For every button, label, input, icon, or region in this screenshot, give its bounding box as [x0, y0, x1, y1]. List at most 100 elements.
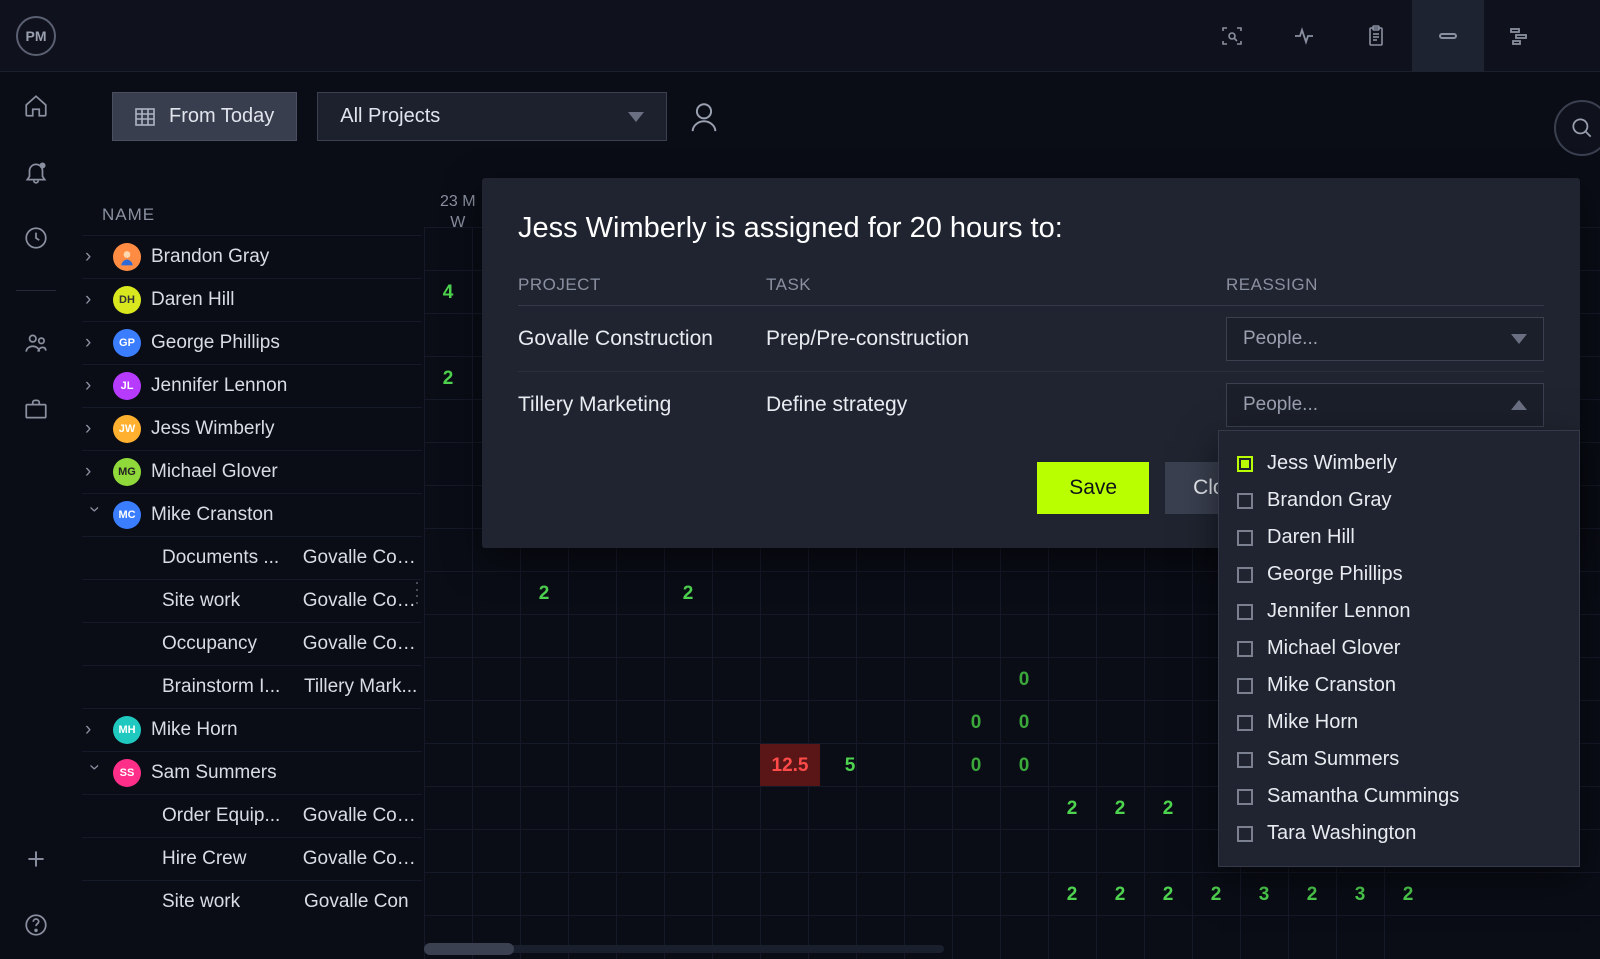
hours-cell[interactable]: 2	[1096, 873, 1144, 916]
hours-cell[interactable]: 2	[1144, 873, 1192, 916]
checkbox-icon[interactable]	[1237, 567, 1253, 583]
search-button[interactable]	[1554, 100, 1600, 156]
chevron-right-icon[interactable]: ›	[85, 246, 103, 268]
hours-cell[interactable]: 0	[952, 701, 1000, 744]
horizontal-scrollbar[interactable]	[424, 945, 944, 953]
save-button[interactable]: Save	[1037, 462, 1149, 514]
hours-cell-overload[interactable]: 12.5	[760, 744, 820, 787]
person-row[interactable]: › DH Daren Hill	[82, 278, 422, 321]
people-option[interactable]: Michael Glover	[1237, 630, 1561, 667]
workload-icon[interactable]	[1412, 0, 1484, 72]
task-row[interactable]: Documents ...Govalle Con...	[82, 536, 422, 579]
option-label: George Phillips	[1267, 563, 1403, 586]
hours-cell[interactable]: 0	[1000, 744, 1048, 787]
checkbox-icon[interactable]	[1237, 604, 1253, 620]
chevron-right-icon[interactable]: ›	[85, 375, 103, 397]
person-row[interactable]: › JW Jess Wimberly	[82, 407, 422, 450]
option-label: Samantha Cummings	[1267, 785, 1459, 808]
help-icon[interactable]	[22, 911, 50, 939]
hours-cell[interactable]: 2	[520, 572, 568, 615]
person-row[interactable]: › Brandon Gray	[82, 235, 422, 278]
hours-cell[interactable]: 2	[1096, 787, 1144, 830]
person-row[interactable]: › JL Jennifer Lennon	[82, 364, 422, 407]
hours-cell[interactable]: 2	[424, 357, 472, 400]
checkbox-icon[interactable]	[1237, 789, 1253, 805]
drag-handle-icon[interactable]	[416, 582, 422, 604]
people-option[interactable]: Samantha Cummings	[1237, 778, 1561, 815]
task-row[interactable]: Brainstorm I...Tillery Mark...	[82, 665, 422, 708]
person-row[interactable]: › MH Mike Horn	[82, 708, 422, 751]
scan-icon[interactable]	[1196, 0, 1268, 72]
team-icon[interactable]	[22, 329, 50, 357]
chevron-right-icon[interactable]: ›	[85, 719, 103, 741]
hours-cell[interactable]: 4	[424, 271, 472, 314]
chevron-right-icon[interactable]: ›	[85, 418, 103, 440]
people-option[interactable]: Mike Cranston	[1237, 667, 1561, 704]
bell-icon[interactable]	[22, 158, 50, 186]
task-name: Brainstorm I...	[162, 676, 292, 698]
checkbox-icon[interactable]	[1237, 715, 1253, 731]
hours-cell[interactable]: 0	[952, 744, 1000, 787]
hours-cell[interactable]: 2	[1048, 787, 1096, 830]
scrollbar-thumb[interactable]	[424, 943, 514, 955]
checkbox-icon[interactable]	[1237, 826, 1253, 842]
chevron-right-icon[interactable]: ›	[85, 461, 103, 483]
people-option[interactable]: Daren Hill	[1237, 519, 1561, 556]
checkbox-icon[interactable]	[1237, 678, 1253, 694]
home-icon[interactable]	[22, 92, 50, 120]
task-row[interactable]: OccupancyGovalle Con...	[82, 622, 422, 665]
people-option[interactable]: Jennifer Lennon	[1237, 593, 1561, 630]
task-row[interactable]: Order Equip...Govalle Con...	[82, 794, 422, 837]
people-option[interactable]: Brandon Gray	[1237, 482, 1561, 519]
projects-dropdown[interactable]: All Projects	[317, 92, 667, 141]
hours-cell[interactable]: 2	[1144, 787, 1192, 830]
people-option[interactable]: Tara Washington	[1237, 815, 1561, 852]
clock-icon[interactable]	[22, 224, 50, 252]
task-row[interactable]: Site workGovalle Con...	[82, 579, 422, 622]
task-project: Govalle Con...	[303, 547, 422, 569]
person-row[interactable]: › GP George Phillips	[82, 321, 422, 364]
hours-cell[interactable]: 2	[664, 572, 712, 615]
people-option[interactable]: George Phillips	[1237, 556, 1561, 593]
hours-cell[interactable]: 2	[1384, 873, 1432, 916]
reassign-dropdown-open[interactable]: People...	[1226, 383, 1544, 427]
chevron-right-icon[interactable]: ›	[85, 289, 103, 311]
chevron-right-icon[interactable]: ›	[85, 332, 103, 354]
person-row[interactable]: › MC Mike Cranston	[82, 493, 422, 536]
user-filter-icon[interactable]	[687, 100, 721, 134]
reassign-dropdown-closed[interactable]: People...	[1226, 317, 1544, 361]
people-option[interactable]: Jess Wimberly	[1237, 445, 1561, 482]
people-option[interactable]: Sam Summers	[1237, 741, 1561, 778]
task-project: Govalle Con...	[303, 848, 422, 870]
from-today-button[interactable]: From Today	[112, 92, 297, 141]
checkbox-icon[interactable]	[1237, 752, 1253, 768]
hours-cell[interactable]: 3	[1240, 873, 1288, 916]
gantt-icon[interactable]	[1484, 0, 1556, 72]
hours-cell[interactable]: 0	[1000, 658, 1048, 701]
clipboard-icon[interactable]	[1340, 0, 1412, 72]
briefcase-icon[interactable]	[22, 395, 50, 423]
hours-cell[interactable]: 5	[826, 744, 874, 787]
people-option[interactable]: Mike Horn	[1237, 704, 1561, 741]
chevron-down-icon[interactable]: ›	[83, 506, 105, 524]
hours-cell[interactable]: 2	[1048, 873, 1096, 916]
plus-icon[interactable]	[22, 845, 50, 873]
hours-cell[interactable]: 3	[1336, 873, 1384, 916]
chevron-down-icon[interactable]: ›	[83, 764, 105, 782]
person-name: Michael Glover	[151, 461, 278, 483]
activity-icon[interactable]	[1268, 0, 1340, 72]
hours-cell[interactable]: 2	[1288, 873, 1336, 916]
task-row[interactable]: Hire CrewGovalle Con...	[82, 837, 422, 880]
checkbox-icon[interactable]	[1237, 493, 1253, 509]
task-row[interactable]: Site workGovalle Con	[82, 880, 422, 923]
task-name: Order Equip...	[162, 805, 291, 827]
topbar-icon-group	[1196, 0, 1556, 72]
checkbox-icon[interactable]	[1237, 456, 1253, 472]
checkbox-icon[interactable]	[1237, 530, 1253, 546]
hours-cell[interactable]: 2	[1192, 873, 1240, 916]
person-row[interactable]: › SS Sam Summers	[82, 751, 422, 794]
person-row[interactable]: › MG Michael Glover	[82, 450, 422, 493]
person-name: Mike Cranston	[151, 504, 274, 526]
hours-cell[interactable]: 0	[1000, 701, 1048, 744]
checkbox-icon[interactable]	[1237, 641, 1253, 657]
